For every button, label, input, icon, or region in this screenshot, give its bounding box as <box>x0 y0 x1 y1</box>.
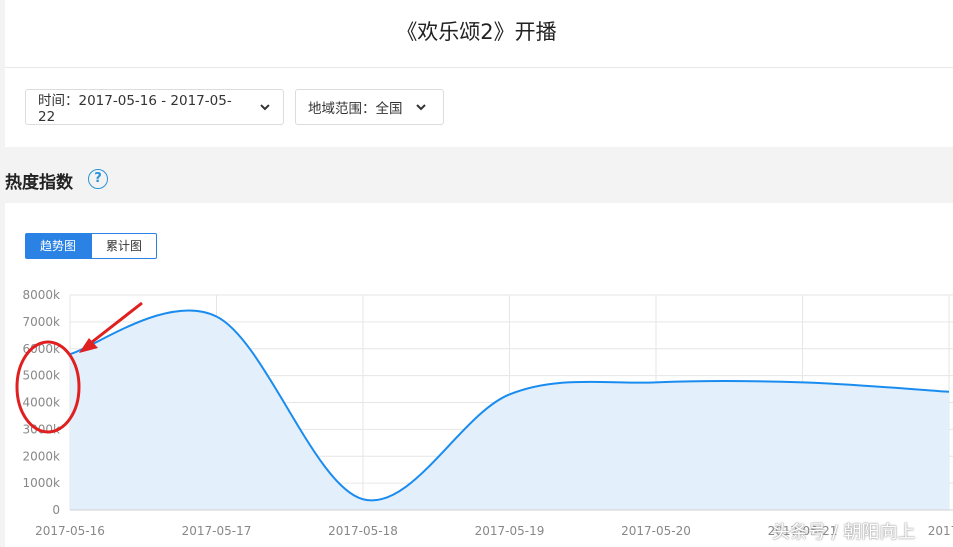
y-tick-label: 4000k <box>23 396 61 410</box>
y-tick-label: 3000k <box>23 422 61 436</box>
y-tick-label: 2000k <box>23 449 61 463</box>
y-tick-label: 5000k <box>23 369 61 383</box>
x-tick-label: 2017-05-20 <box>621 524 691 538</box>
y-tick-label: 7000k <box>23 315 61 329</box>
x-tick-label: 2017-0 <box>928 524 953 538</box>
y-tick-label: 0 <box>52 503 60 517</box>
watermark: 头条号 / 朝阳向上 <box>772 522 916 543</box>
x-tick-label: 2017-05-19 <box>475 524 545 538</box>
heat-index-chart: 01000k2000k3000k4000k5000k6000k7000k8000… <box>15 288 953 538</box>
x-tick-label: 2017-05-18 <box>328 524 398 538</box>
y-tick-label: 8000k <box>23 288 61 302</box>
x-tick-label: 2017-05-16 <box>35 524 105 538</box>
y-tick-label: 1000k <box>23 476 61 490</box>
x-tick-label: 2017-05-17 <box>182 524 252 538</box>
